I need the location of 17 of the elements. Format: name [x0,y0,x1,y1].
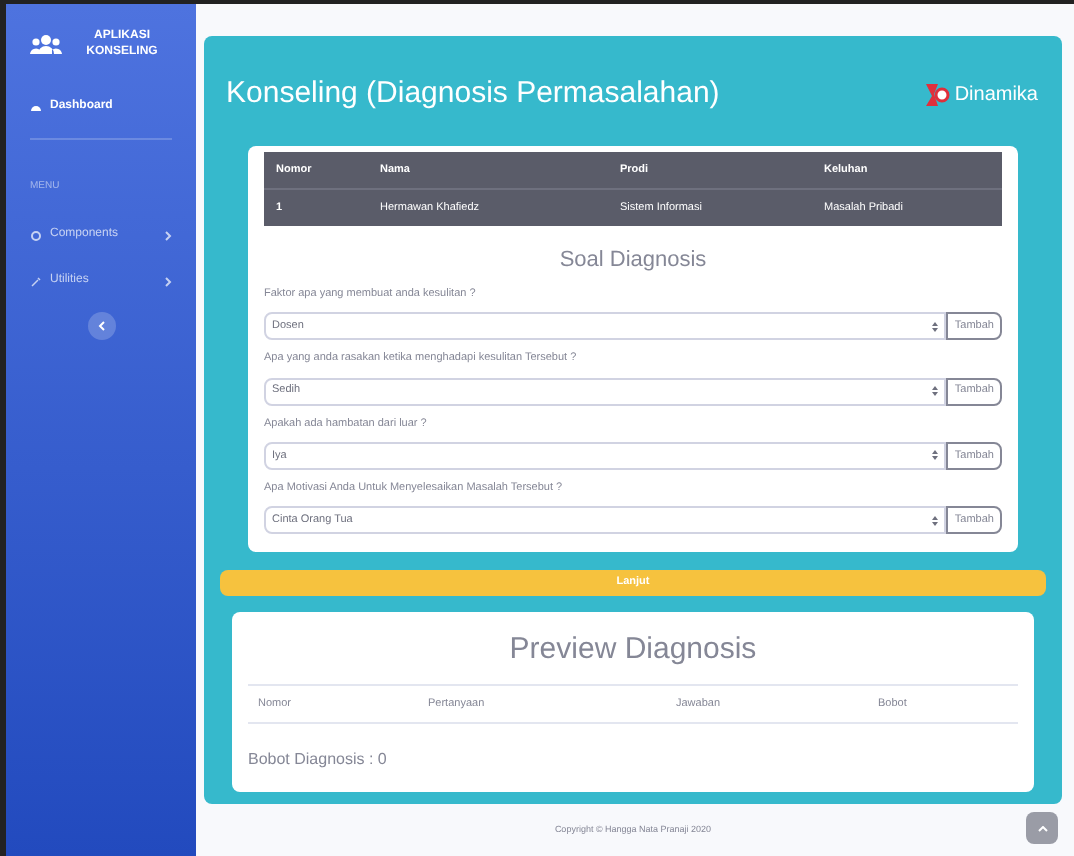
total-weight-text: Bobot Diagnosis : 0 [248,750,387,769]
preview-title: Preview Diagnosis [509,632,757,666]
users-icon [30,34,62,54]
sidebar-toggle-button[interactable] [87,312,115,340]
select-arrows-icon [932,321,939,332]
chevron-left-icon [97,320,105,332]
university-logo: Dinamika [926,79,1038,110]
page-title: Konseling (Diagnosis Permasalahan) [226,74,720,114]
section-title: Soal Diagnosis [559,248,707,272]
scroll-top-button[interactable] [1026,812,1058,844]
select-arrows-icon [932,515,939,525]
chevron-right-icon [164,275,172,287]
chevron-up-icon [1037,825,1047,831]
chevron-right-icon [164,229,172,241]
dashboard-icon [30,102,42,112]
select-arrows-icon [932,386,939,396]
select-arrows-icon [932,450,939,461]
